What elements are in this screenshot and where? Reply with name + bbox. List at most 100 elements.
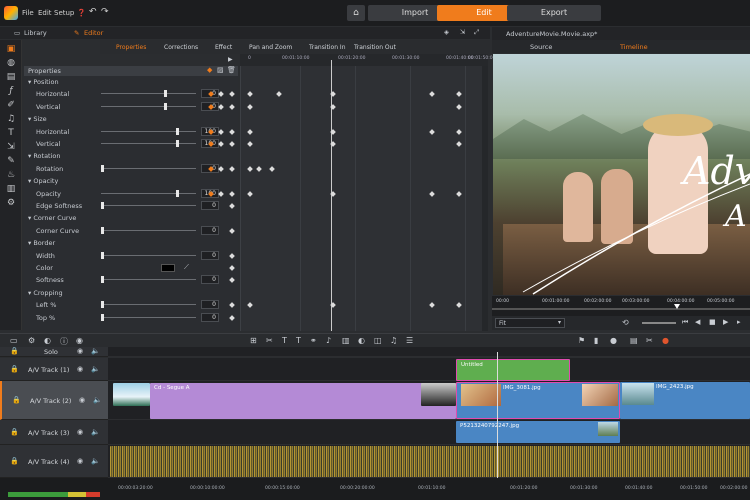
track-header[interactable]: 🔒 A/V Track (1) ◉ 🔈 — [0, 358, 108, 381]
property-slider[interactable] — [101, 301, 196, 309]
color-swatch[interactable] — [161, 264, 175, 272]
keyframe-add-icon[interactable] — [229, 141, 235, 147]
tab-source[interactable]: Source — [530, 43, 552, 51]
audio-tool-icon[interactable]: ♫ — [390, 336, 397, 345]
loop-icon[interactable]: ⟲ — [622, 318, 629, 327]
keyframe-scrollbar[interactable] — [482, 66, 488, 331]
trim-icon[interactable]: ⊞ — [250, 336, 257, 345]
title-tool-icon[interactable]: T — [282, 336, 287, 345]
property-value[interactable]: 0 — [201, 275, 219, 285]
properties-icon[interactable]: ▣ — [6, 44, 16, 54]
keyframe-add-icon[interactable] — [229, 314, 235, 321]
slider-knob[interactable] — [101, 226, 104, 234]
section-label[interactable]: ▾ Border — [28, 239, 55, 247]
keyframe-add-icon[interactable] — [229, 190, 235, 197]
keyframe-add-icon[interactable] — [229, 91, 235, 98]
track-header[interactable]: 🔒 A/V Track (2) ◉ 🔈 — [0, 381, 108, 420]
title-icon[interactable]: T — [6, 128, 16, 138]
property-value[interactable]: 0 — [201, 225, 219, 235]
slider-knob[interactable] — [176, 189, 179, 197]
lock-icon[interactable]: 🔒 — [10, 347, 19, 355]
speaker-icon[interactable]: 🔈 — [91, 365, 100, 373]
undo-icon[interactable]: ↶ — [89, 7, 97, 17]
text-tool-icon[interactable]: T — [296, 336, 301, 345]
eye-icon[interactable]: ◉ — [79, 396, 85, 404]
track-name[interactable]: A/V Track (1) — [28, 366, 69, 374]
eyedropper-icon[interactable]: ⟋ — [184, 263, 189, 272]
play-small-icon[interactable]: ▶ — [228, 56, 233, 63]
tab-editor[interactable]: Editor — [84, 29, 103, 37]
property-value[interactable]: 0 — [201, 312, 219, 322]
image-clip-beach[interactable] — [113, 383, 150, 406]
section-label[interactable]: ▾ Size — [28, 115, 47, 123]
tab-library[interactable]: Library — [24, 29, 47, 37]
tab-effect[interactable]: Effect — [215, 44, 232, 51]
keyframe-add-icon[interactable] — [229, 252, 235, 259]
image-clip-3[interactable]: P5213240792247.jpg — [456, 421, 620, 443]
slider-knob[interactable] — [176, 140, 179, 147]
section-label[interactable]: ▾ Opacity — [28, 177, 58, 185]
eye-icon[interactable]: ◉ — [77, 347, 83, 355]
doc-icon[interactable]: ▤ — [630, 336, 638, 345]
split-icon[interactable]: ▥ — [342, 336, 350, 345]
brush-icon[interactable]: ✐ — [6, 100, 16, 110]
speaker-icon[interactable]: 🔈 — [91, 347, 100, 355]
eye-icon[interactable]: ◉ — [77, 428, 83, 436]
audio-clip[interactable] — [110, 446, 750, 477]
timeline-playhead[interactable] — [497, 352, 498, 478]
help-icon[interactable]: ❓ — [77, 9, 86, 17]
track-header[interactable]: 🔒 A/V Track (3) ◉ 🔈 — [0, 420, 108, 445]
keyframe-next-icon[interactable] — [218, 91, 224, 98]
track-name[interactable]: A/V Track (4) — [28, 458, 69, 466]
keyframe-add-icon[interactable] — [229, 103, 235, 110]
stop-icon[interactable]: ■ — [709, 318, 716, 326]
info-icon[interactable]: ⓘ — [60, 336, 68, 347]
segue-clip[interactable]: Cd - Segue A — [150, 383, 456, 419]
property-slider[interactable] — [101, 189, 196, 197]
keyframe-add-icon[interactable] — [229, 203, 235, 209]
record-icon[interactable]: ● — [610, 336, 617, 345]
track-name[interactable]: A/V Track (3) — [28, 429, 69, 437]
scissors-icon[interactable]: ✂ — [646, 336, 653, 345]
preview-playhead[interactable] — [674, 304, 680, 309]
tab-transition-in[interactable]: Transition In — [309, 44, 346, 51]
voice-icon[interactable]: ♪ — [326, 336, 331, 345]
image-clip-dark[interactable] — [421, 383, 456, 406]
keyframe-add-icon[interactable] — [229, 165, 235, 172]
flag-icon[interactable]: ▮ — [594, 336, 598, 345]
property-slider[interactable] — [101, 140, 196, 147]
flame-icon[interactable]: ♨ — [6, 170, 16, 180]
tab-properties[interactable]: Properties — [116, 44, 146, 51]
preview-ruler[interactable]: 00:00 00:01:00:00 00:02:00:00 00:03:00:00 00… — [492, 296, 750, 316]
property-slider[interactable] — [101, 251, 196, 259]
property-slider[interactable] — [101, 202, 196, 209]
step-forward-icon[interactable]: ▸ — [737, 318, 741, 326]
property-slider[interactable] — [101, 313, 196, 321]
step-back-icon[interactable]: ◀ — [695, 318, 700, 326]
slider-knob[interactable] — [164, 102, 167, 110]
section-label[interactable]: ▾ Position — [28, 78, 59, 86]
transition-icon[interactable]: ◫ — [374, 336, 382, 345]
paint-icon[interactable]: ✎ — [6, 156, 16, 166]
title-clip[interactable]: Untitled — [456, 359, 570, 381]
tab-transition-out[interactable]: Transition Out — [354, 44, 396, 51]
keyframe-add-icon[interactable] — [229, 265, 235, 271]
globe-icon[interactable]: ◍ — [6, 58, 16, 68]
speaker-icon[interactable]: 🔈 — [91, 428, 100, 436]
keyframe-next-icon[interactable] — [218, 141, 224, 147]
speaker-icon[interactable]: 🔈 — [91, 457, 100, 465]
play-icon[interactable]: ▶ — [723, 318, 728, 326]
fit-dropdown[interactable]: Fit ▾ — [495, 318, 565, 328]
list-icon[interactable]: ☰ — [406, 336, 413, 345]
tab-corrections[interactable]: Corrections — [164, 44, 198, 51]
magnet-icon[interactable]: ◐ — [44, 336, 51, 345]
slider-knob[interactable] — [101, 313, 104, 321]
lock-icon[interactable]: 🔒 — [12, 396, 21, 404]
keyframe-add-icon[interactable] — [229, 128, 235, 135]
keyframe-next-icon[interactable] — [218, 128, 224, 135]
speaker-icon[interactable]: 🔈 — [93, 396, 102, 404]
image-clip-1[interactable]: IMG_3081.jpg — [456, 382, 620, 419]
export-button[interactable]: Export — [507, 5, 601, 21]
slider-knob[interactable] — [101, 164, 104, 172]
keyframe-add-icon[interactable] — [229, 227, 235, 234]
